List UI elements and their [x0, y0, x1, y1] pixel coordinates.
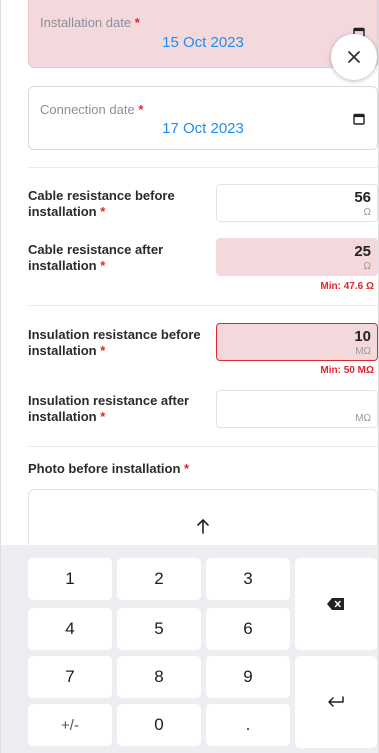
- insulation-resistance-after-label: Insulation resistance after installation…: [28, 393, 208, 425]
- key-5[interactable]: 5: [117, 608, 201, 650]
- required-marker: *: [100, 204, 106, 219]
- divider: [28, 167, 378, 168]
- key-label: 6: [243, 619, 253, 638]
- label-text: Cable resistance after installation: [28, 242, 164, 273]
- enter-key[interactable]: [295, 656, 377, 748]
- divider: [28, 446, 378, 447]
- key-7[interactable]: 7: [28, 656, 112, 698]
- sign-toggle-key[interactable]: +/-: [28, 704, 112, 746]
- calendar-icon[interactable]: [353, 113, 365, 125]
- cable-resistance-before-input[interactable]: 56 Ω: [216, 184, 378, 222]
- required-marker: *: [100, 409, 106, 424]
- insulation-resistance-before-input[interactable]: 10 MΩ: [216, 323, 378, 361]
- installation-date-field[interactable]: Installation date * 15 Oct 2023: [28, 0, 378, 68]
- connection-date-field[interactable]: Connection date * 17 Oct 2023: [28, 86, 378, 150]
- label-text: Photo before installation: [28, 461, 181, 476]
- key-6[interactable]: 6: [206, 608, 290, 650]
- cable-resistance-before-label: Cable resistance before installation *: [28, 188, 208, 220]
- validation-hint: Min: 50 MΩ: [320, 365, 374, 376]
- key-label: 0: [154, 715, 164, 734]
- required-marker: *: [100, 343, 106, 358]
- connection-date-label: Connection date *: [40, 102, 143, 117]
- key-9[interactable]: 9: [206, 656, 290, 698]
- close-icon: [348, 51, 360, 63]
- unit-label: MΩ: [355, 413, 371, 424]
- unit-label: MΩ: [355, 346, 371, 357]
- key-8[interactable]: 8: [117, 656, 201, 698]
- key-label: .: [245, 715, 251, 734]
- photo-before-label: Photo before installation *: [28, 461, 189, 476]
- cable-resistance-after-input[interactable]: 25 Ω: [216, 238, 378, 276]
- required-marker: *: [138, 102, 144, 117]
- required-marker: *: [184, 461, 190, 476]
- close-button[interactable]: [331, 34, 377, 80]
- key-label: 8: [154, 667, 164, 686]
- upload-arrow-icon: [197, 519, 209, 534]
- key-label: 4: [65, 619, 75, 638]
- key-0[interactable]: 0: [117, 704, 201, 746]
- input-value: 10: [354, 328, 371, 345]
- key-label: 1: [65, 569, 75, 588]
- key-4[interactable]: 4: [28, 608, 112, 650]
- installation-date-label-text: Installation date: [40, 15, 132, 30]
- divider: [28, 305, 378, 306]
- numeric-keypad: 1 2 3 4 5 6 7 8 9 +/- 0 .: [1, 545, 378, 753]
- installation-date-label: Installation date *: [40, 15, 140, 30]
- key-label: 7: [65, 667, 75, 686]
- backspace-key[interactable]: [295, 558, 377, 650]
- connection-date-value: 17 Oct 2023: [162, 120, 244, 137]
- connection-date-label-text: Connection date: [40, 102, 135, 117]
- required-marker: *: [134, 15, 140, 30]
- enter-icon: [328, 696, 344, 707]
- key-2[interactable]: 2: [117, 558, 201, 600]
- key-label: +/-: [61, 716, 79, 734]
- unit-label: Ω: [363, 261, 371, 272]
- insulation-resistance-after-input[interactable]: MΩ: [216, 390, 378, 428]
- key-label: 5: [154, 619, 164, 638]
- key-label: 9: [243, 667, 253, 686]
- input-value: 56: [354, 189, 371, 206]
- key-label: 2: [154, 569, 164, 588]
- required-marker: *: [100, 258, 106, 273]
- label-text: Insulation resistance after installation: [28, 393, 190, 424]
- input-value: 25: [354, 243, 371, 260]
- decimal-key[interactable]: .: [206, 704, 290, 746]
- form-screen: Installation date * 15 Oct 2023 Connecti…: [0, 0, 379, 753]
- backspace-icon: [327, 598, 344, 610]
- validation-hint: Min: 47.6 Ω: [320, 281, 374, 292]
- key-3[interactable]: 3: [206, 558, 290, 600]
- key-1[interactable]: 1: [28, 558, 112, 600]
- unit-label: Ω: [363, 207, 371, 218]
- insulation-resistance-before-label: Insulation resistance before installatio…: [28, 327, 208, 359]
- key-label: 3: [243, 569, 253, 588]
- installation-date-value: 15 Oct 2023: [162, 34, 244, 51]
- cable-resistance-after-label: Cable resistance after installation *: [28, 242, 208, 274]
- label-text: Insulation resistance before installatio…: [28, 327, 201, 358]
